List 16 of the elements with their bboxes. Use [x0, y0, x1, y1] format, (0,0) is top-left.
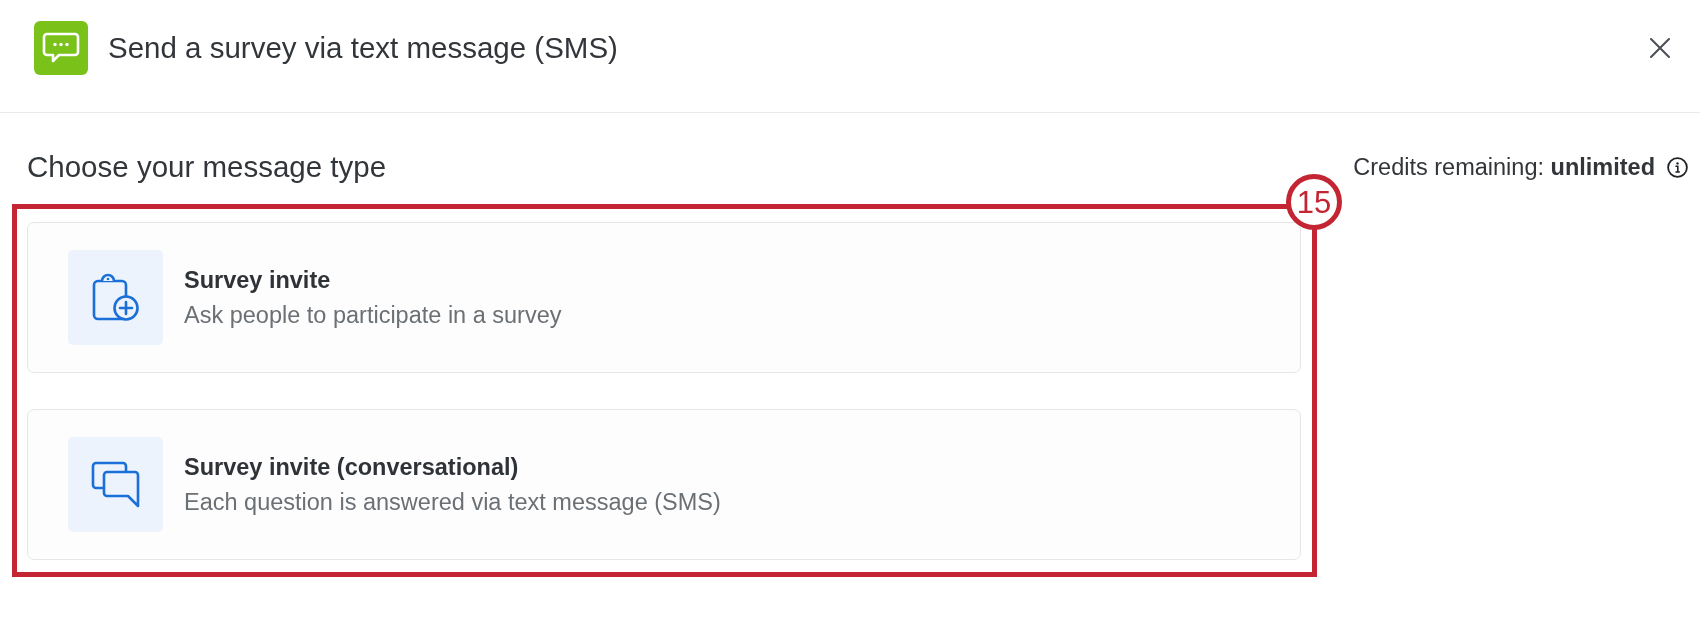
card-title: Survey invite (conversational)	[184, 453, 520, 481]
section-heading: Choose your message type	[27, 150, 387, 184]
card-description: Each question is answered via text message (SMS)	[184, 488, 721, 516]
message-type-card[interactable]: Survey invite Ask people to participate in a survey	[27, 222, 1301, 373]
info-icon[interactable]	[1667, 156, 1688, 178]
dialog-title: Send a survey via text message (SMS)	[108, 30, 618, 66]
close-icon	[1650, 38, 1670, 58]
credits-remaining-text: Credits remaining: unlimited	[1353, 153, 1655, 181]
callout-number: 15	[1286, 174, 1342, 230]
card-description: Ask people to participate in a survey	[184, 301, 562, 329]
card-title: Survey invite	[184, 266, 332, 294]
speech-bubbles-icon	[68, 437, 163, 532]
close-button[interactable]	[1650, 38, 1670, 58]
clipboard-plus-icon	[68, 250, 163, 345]
chat-bubble-icon	[34, 21, 88, 75]
message-type-card[interactable]: Survey invite (conversational) Each question is answered via text message (SMS)	[27, 409, 1301, 560]
